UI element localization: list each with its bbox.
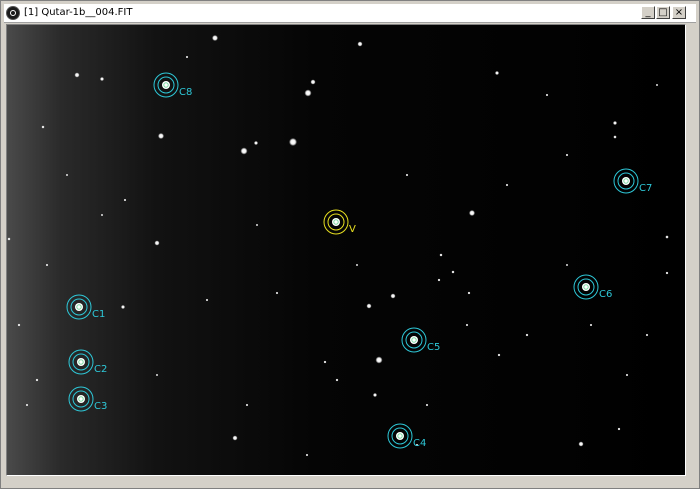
field-star [255,223,259,227]
field-star [437,278,441,282]
field-star [578,441,584,447]
field-star [335,378,339,382]
sky-background [7,25,685,475]
field-star [158,133,164,139]
app-icon[interactable] [6,6,20,20]
field-star [357,41,363,47]
field-star [665,235,669,239]
field-star [7,237,11,241]
field-star [439,253,443,257]
field-star [469,210,475,216]
field-star [155,373,159,377]
marker-label: C2 [94,364,107,375]
field-star [154,240,160,246]
marker-label: C1 [92,309,105,320]
field-star [665,271,669,275]
marker-label: C6 [599,289,612,300]
target-star [77,358,85,366]
field-star [275,291,279,295]
field-star [323,360,327,364]
field-star [254,141,258,145]
target-star [77,395,85,403]
field-star [373,393,377,397]
field-star [41,125,45,129]
field-star [613,135,617,139]
field-star [304,89,312,97]
field-star [17,323,21,327]
field-star [505,183,509,187]
target-star [396,432,404,440]
target-star [332,218,340,226]
field-star [305,453,309,457]
field-star [245,403,249,407]
maximize-button[interactable]: □ [656,6,670,19]
close-button[interactable]: × [672,6,686,19]
field-star [465,323,469,327]
star-field-image[interactable]: C8 V C7 C6 C1 C5 C2 C3 C4 [7,25,685,475]
field-star [289,138,297,146]
field-star [589,323,593,327]
marker-label: C5 [427,342,440,353]
field-star [310,79,316,85]
field-star [366,303,372,309]
field-star [205,298,209,302]
target-star [162,81,170,89]
field-star [467,291,471,295]
fits-image-viewport[interactable]: C8 V C7 C6 C1 C5 C2 C3 C4 [6,24,686,476]
target-star [410,336,418,344]
window-titlebar[interactable]: [1] Qutar-1b__004.FIT _ □ × [4,4,696,23]
field-star [240,147,248,155]
field-star [390,293,396,299]
image-window: [1] Qutar-1b__004.FIT _ □ × C8 V C7 C6 C… [0,0,700,489]
field-star [625,373,629,377]
field-star [565,263,569,267]
field-star [355,263,359,267]
field-star [565,153,569,157]
target-star [622,177,630,185]
field-star [123,198,127,202]
marker-label: V [349,224,356,235]
field-star [655,83,659,87]
field-star [617,427,621,431]
field-star [25,403,29,407]
field-star [100,77,104,81]
window-title: [1] Qutar-1b__004.FIT [24,7,133,18]
field-star [45,263,49,267]
field-star [35,378,39,382]
field-star [495,71,499,75]
field-star [451,270,455,274]
field-star [497,353,501,357]
target-star [75,303,83,311]
field-star [232,435,238,441]
marker-label: C4 [413,438,426,449]
field-star [525,333,529,337]
field-star [375,356,383,364]
field-star [405,173,409,177]
field-star [613,121,617,125]
field-star [425,403,429,407]
field-star [121,305,125,309]
field-star [545,93,549,97]
marker-label: C3 [94,401,107,412]
field-star [65,173,69,177]
marker-label: C7 [639,183,652,194]
target-star [582,283,590,291]
marker-label: C8 [179,87,192,98]
field-star [74,72,80,78]
field-star [185,55,189,59]
field-star [100,213,104,217]
field-star [645,333,649,337]
field-star [212,35,218,41]
minimize-button[interactable]: _ [641,6,655,19]
